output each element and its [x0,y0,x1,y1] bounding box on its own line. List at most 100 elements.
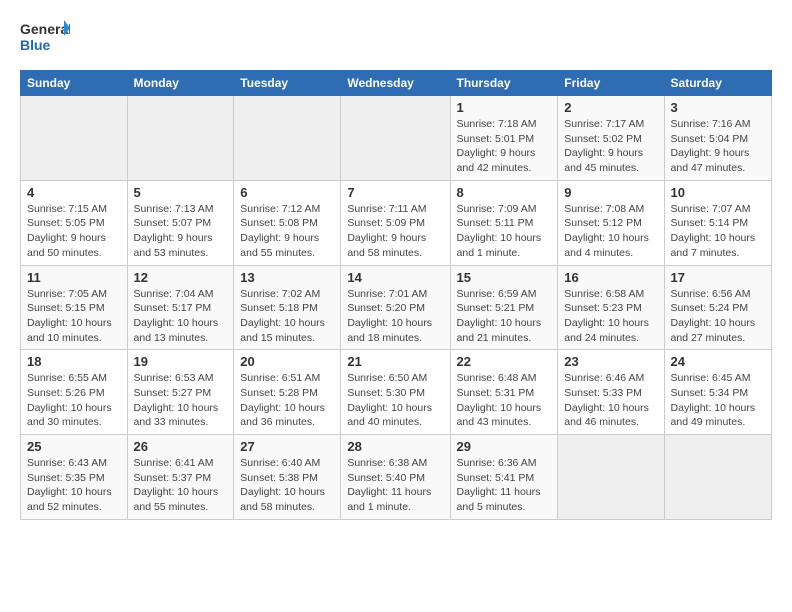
day-cell-4: 4 Sunrise: 7:15 AMSunset: 5:05 PMDaylight… [21,180,128,265]
day-number: 10 [671,185,765,200]
day-cell-13: 13 Sunrise: 7:02 AMSunset: 5:18 PMDayligh… [234,265,341,350]
col-header-wednesday: Wednesday [341,71,450,96]
empty-cell [234,96,341,181]
day-cell-26: 26Sunrise: 6:41 AMSunset: 5:37 PMDayligh… [127,435,234,520]
day-info: Sunrise: 7:17 AMSunset: 5:02 PMDaylight:… [564,117,657,176]
day-number: 4 [27,185,121,200]
day-number: 21 [347,354,443,369]
day-info: Sunrise: 7:15 AMSunset: 5:05 PMDaylight:… [27,202,121,261]
day-info: Sunrise: 6:40 AMSunset: 5:38 PMDaylight:… [240,456,334,515]
header-row: SundayMondayTuesdayWednesdayThursdayFrid… [21,71,772,96]
day-cell-24: 24 Sunrise: 6:45 AMSunset: 5:34 PMDayligh… [664,350,771,435]
day-cell-5: 5 Sunrise: 7:13 AMSunset: 5:07 PMDaylight… [127,180,234,265]
day-cell-17: 17Sunrise: 6:56 AMSunset: 5:24 PMDayligh… [664,265,771,350]
day-info: Sunrise: 6:58 AMSunset: 5:23 PMDaylight:… [564,287,657,346]
day-info: Sunrise: 6:50 AMSunset: 5:30 PMDaylight:… [347,371,443,430]
day-number: 24 [671,354,765,369]
day-cell-27: 27 Sunrise: 6:40 AMSunset: 5:38 PMDayligh… [234,435,341,520]
day-info: Sunrise: 7:11 AMSunset: 5:09 PMDaylight:… [347,202,443,261]
day-number: 1 [457,100,552,115]
day-cell-14: 14 Sunrise: 7:01 AMSunset: 5:20 PMDayligh… [341,265,450,350]
day-number: 3 [671,100,765,115]
header: General Blue [20,16,772,60]
logo: General Blue [20,16,70,60]
day-number: 13 [240,270,334,285]
day-cell-20: 20 Sunrise: 6:51 AMSunset: 5:28 PMDayligh… [234,350,341,435]
day-cell-9: 9Sunrise: 7:08 AMSunset: 5:12 PMDaylight… [558,180,664,265]
day-info: Sunrise: 6:36 AMSunset: 5:41 PMDaylight:… [457,456,552,515]
day-info: Sunrise: 6:41 AMSunset: 5:37 PMDaylight:… [134,456,228,515]
svg-text:Blue: Blue [20,37,51,53]
day-number: 25 [27,439,121,454]
col-header-friday: Friday [558,71,664,96]
day-info: Sunrise: 6:46 AMSunset: 5:33 PMDaylight:… [564,371,657,430]
day-cell-7: 7 Sunrise: 7:11 AMSunset: 5:09 PMDaylight… [341,180,450,265]
day-cell-18: 18 Sunrise: 6:55 AMSunset: 5:26 PMDayligh… [21,350,128,435]
week-row-4: 18 Sunrise: 6:55 AMSunset: 5:26 PMDayligh… [21,350,772,435]
empty-cell [21,96,128,181]
empty-cell [341,96,450,181]
day-info: Sunrise: 6:51 AMSunset: 5:28 PMDaylight:… [240,371,334,430]
day-number: 12 [134,270,228,285]
col-header-sunday: Sunday [21,71,128,96]
col-header-saturday: Saturday [664,71,771,96]
day-info: Sunrise: 7:01 AMSunset: 5:20 PMDaylight:… [347,287,443,346]
day-cell-8: 8 Sunrise: 7:09 AMSunset: 5:11 PMDaylight… [450,180,558,265]
day-cell-25: 25 Sunrise: 6:43 AMSunset: 5:35 PMDayligh… [21,435,128,520]
day-info: Sunrise: 7:09 AMSunset: 5:11 PMDaylight:… [457,202,552,261]
day-number: 28 [347,439,443,454]
day-info: Sunrise: 6:59 AMSunset: 5:21 PMDaylight:… [457,287,552,346]
day-number: 23 [564,354,657,369]
week-row-1: 1 Sunrise: 7:18 AMSunset: 5:01 PMDaylight… [21,96,772,181]
day-cell-19: 19 Sunrise: 6:53 AMSunset: 5:27 PMDayligh… [127,350,234,435]
day-number: 7 [347,185,443,200]
day-cell-21: 21 Sunrise: 6:50 AMSunset: 5:30 PMDayligh… [341,350,450,435]
day-number: 8 [457,185,552,200]
day-cell-29: 29Sunrise: 6:36 AMSunset: 5:41 PMDayligh… [450,435,558,520]
day-info: Sunrise: 6:38 AMSunset: 5:40 PMDaylight:… [347,456,443,515]
day-cell-23: 23 Sunrise: 6:46 AMSunset: 5:33 PMDayligh… [558,350,664,435]
empty-cell [127,96,234,181]
day-cell-1: 1 Sunrise: 7:18 AMSunset: 5:01 PMDaylight… [450,96,558,181]
day-info: Sunrise: 6:55 AMSunset: 5:26 PMDaylight:… [27,371,121,430]
day-cell-11: 11Sunrise: 7:05 AMSunset: 5:15 PMDayligh… [21,265,128,350]
day-cell-22: 22Sunrise: 6:48 AMSunset: 5:31 PMDayligh… [450,350,558,435]
day-number: 19 [134,354,228,369]
day-info: Sunrise: 7:16 AMSunset: 5:04 PMDaylight:… [671,117,765,176]
day-cell-2: 2 Sunrise: 7:17 AMSunset: 5:02 PMDaylight… [558,96,664,181]
day-cell-12: 12 Sunrise: 7:04 AMSunset: 5:17 PMDayligh… [127,265,234,350]
day-number: 15 [457,270,552,285]
day-info: Sunrise: 7:02 AMSunset: 5:18 PMDaylight:… [240,287,334,346]
day-info: Sunrise: 7:08 AMSunset: 5:12 PMDaylight:… [564,202,657,261]
day-number: 14 [347,270,443,285]
day-number: 20 [240,354,334,369]
day-number: 6 [240,185,334,200]
day-number: 27 [240,439,334,454]
day-number: 16 [564,270,657,285]
day-number: 5 [134,185,228,200]
day-info: Sunrise: 6:48 AMSunset: 5:31 PMDaylight:… [457,371,552,430]
col-header-monday: Monday [127,71,234,96]
week-row-2: 4 Sunrise: 7:15 AMSunset: 5:05 PMDaylight… [21,180,772,265]
empty-cell [558,435,664,520]
empty-cell [664,435,771,520]
day-cell-28: 28 Sunrise: 6:38 AMSunset: 5:40 PMDayligh… [341,435,450,520]
week-row-3: 11Sunrise: 7:05 AMSunset: 5:15 PMDayligh… [21,265,772,350]
day-info: Sunrise: 7:18 AMSunset: 5:01 PMDaylight:… [457,117,552,176]
day-cell-3: 3 Sunrise: 7:16 AMSunset: 5:04 PMDaylight… [664,96,771,181]
day-info: Sunrise: 6:45 AMSunset: 5:34 PMDaylight:… [671,371,765,430]
week-row-5: 25 Sunrise: 6:43 AMSunset: 5:35 PMDayligh… [21,435,772,520]
svg-text:General: General [20,21,70,37]
day-info: Sunrise: 6:53 AMSunset: 5:27 PMDaylight:… [134,371,228,430]
day-info: Sunrise: 7:13 AMSunset: 5:07 PMDaylight:… [134,202,228,261]
day-number: 18 [27,354,121,369]
day-number: 2 [564,100,657,115]
day-info: Sunrise: 7:05 AMSunset: 5:15 PMDaylight:… [27,287,121,346]
day-cell-16: 16 Sunrise: 6:58 AMSunset: 5:23 PMDayligh… [558,265,664,350]
col-header-thursday: Thursday [450,71,558,96]
day-info: Sunrise: 6:43 AMSunset: 5:35 PMDaylight:… [27,456,121,515]
day-cell-6: 6Sunrise: 7:12 AMSunset: 5:08 PMDaylight… [234,180,341,265]
day-cell-10: 10Sunrise: 7:07 AMSunset: 5:14 PMDayligh… [664,180,771,265]
day-info: Sunrise: 7:04 AMSunset: 5:17 PMDaylight:… [134,287,228,346]
day-number: 17 [671,270,765,285]
